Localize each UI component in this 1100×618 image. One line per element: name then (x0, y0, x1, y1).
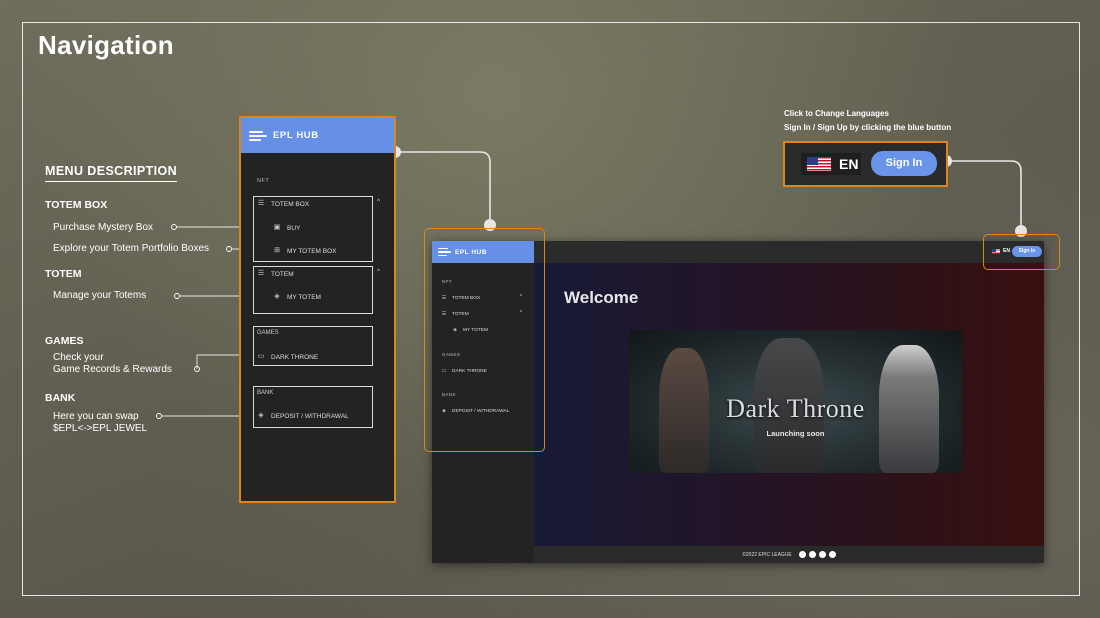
app-topbar: EN Sign In (534, 241, 1044, 263)
my-totem-box-label: MY TOTEM BOX (287, 247, 337, 255)
desc-games-line2: Game Records & Rewards (53, 364, 172, 375)
sidebar-item-totem[interactable]: ☰ TOTEM (257, 270, 294, 278)
bank-section-label: BANK (257, 390, 274, 396)
sidebar-highlight-outline (424, 228, 545, 452)
desc-purchase-box: Purchase Mystery Box (53, 222, 154, 233)
dark-throne-banner[interactable]: Dark Throne Launching soon (629, 330, 962, 473)
chevron-up-icon[interactable]: ^ (377, 199, 380, 205)
desc-totem-box-title: TOTEM BOX (45, 199, 108, 211)
topbar-highlight-outline (983, 234, 1060, 270)
callout-line1: Click to Change Languages (784, 109, 889, 118)
desc-bank-line1: Here you can swap (53, 411, 139, 422)
signin-button[interactable]: Sign In (871, 151, 937, 176)
language-code: EN (839, 156, 859, 172)
twitter-icon[interactable] (798, 551, 806, 558)
list-icon: ☰ (257, 200, 265, 207)
banner-title: Dark Throne (726, 394, 865, 423)
language-signin-zoomed: EN Sign In (783, 141, 948, 187)
banner-subtitle: Launching soon (766, 429, 825, 438)
bag-icon: ▣ (273, 224, 281, 231)
sidebar-item-dark-throne[interactable]: ▭ DARK THRONE (257, 353, 319, 361)
desc-manage-totems: Manage your Totems (53, 290, 147, 301)
callout-line2: Sign In / Sign Up by clicking the blue b… (784, 123, 952, 132)
menu-description-heading: MENU DESCRIPTION (45, 164, 178, 182)
sidebar-item-deposit-withdrawal[interactable]: ◈ DEPOSIT / WITHDRAWAL (257, 412, 349, 420)
shield-icon: ◈ (258, 412, 264, 419)
epl-logo-icon (249, 130, 267, 142)
chevron-up-icon[interactable]: ^ (377, 269, 380, 275)
sidebar-item-my-totem[interactable]: ◈ MY TOTEM (273, 293, 321, 301)
buy-label: BUY (287, 224, 301, 232)
dark-throne-label: DARK THRONE (271, 353, 319, 361)
desc-bank-title: BANK (45, 392, 76, 404)
deposit-withdrawal-label: DEPOSIT / WITHDRAWAL (271, 412, 349, 420)
app-main: Welcome Dark Throne Launching soon (534, 263, 1044, 546)
list-icon: ☰ (257, 270, 265, 277)
games-group: GAMES ▭ DARK THRONE (253, 326, 373, 366)
totem-box-group: ☰ TOTEM BOX ^ ▣ BUY ⊞ MY TOTEM BOX (253, 196, 380, 262)
medium-icon[interactable] (828, 551, 836, 558)
section-nft: NFT (257, 178, 270, 184)
desc-games-title: GAMES (45, 335, 84, 347)
my-totem-label: MY TOTEM (287, 293, 321, 301)
totem-label: TOTEM (271, 270, 294, 278)
desc-bank-line2: $EPL<->EPL JEWEL (53, 423, 148, 434)
welcome-heading: Welcome (564, 288, 639, 307)
shield-icon: ◈ (274, 293, 280, 300)
language-selector[interactable]: EN (801, 153, 861, 175)
bank-group: BANK ◈ DEPOSIT / WITHDRAWAL (253, 386, 373, 428)
totem-box-label: TOTEM BOX (271, 200, 310, 208)
us-flag-icon (807, 157, 831, 171)
sidebar-item-my-totem-box[interactable]: ⊞ MY TOTEM BOX (273, 247, 336, 255)
discord-icon[interactable] (818, 551, 826, 558)
sidebar-item-buy[interactable]: ▣ BUY (273, 224, 301, 232)
sidebar-item-totem-box[interactable]: ☰ TOTEM BOX (257, 200, 309, 208)
desc-totem-title: TOTEM (45, 268, 82, 280)
games-section-label: GAMES (257, 330, 279, 336)
box-icon: ⊞ (274, 247, 280, 254)
sidebar-zoomed: EPL HUB NFT ☰ TOTEM BOX ^ ▣ BUY ⊞ MY TOT… (239, 116, 396, 503)
app-footer: ©2022 EPIC LEAGUE (534, 546, 1044, 563)
ticket-icon: ▭ (257, 353, 265, 360)
totem-group: ☰ TOTEM ^ ◈ MY TOTEM (253, 266, 380, 314)
brand-name: EPL HUB (273, 130, 319, 141)
telegram-icon[interactable] (808, 551, 816, 558)
brand-header[interactable]: EPL HUB (241, 118, 394, 153)
footer-copyright: ©2022 EPIC LEAGUE (742, 551, 792, 558)
desc-games-line1: Check your (53, 352, 104, 363)
desc-explore-boxes: Explore your Totem Portfolio Boxes (53, 243, 210, 254)
